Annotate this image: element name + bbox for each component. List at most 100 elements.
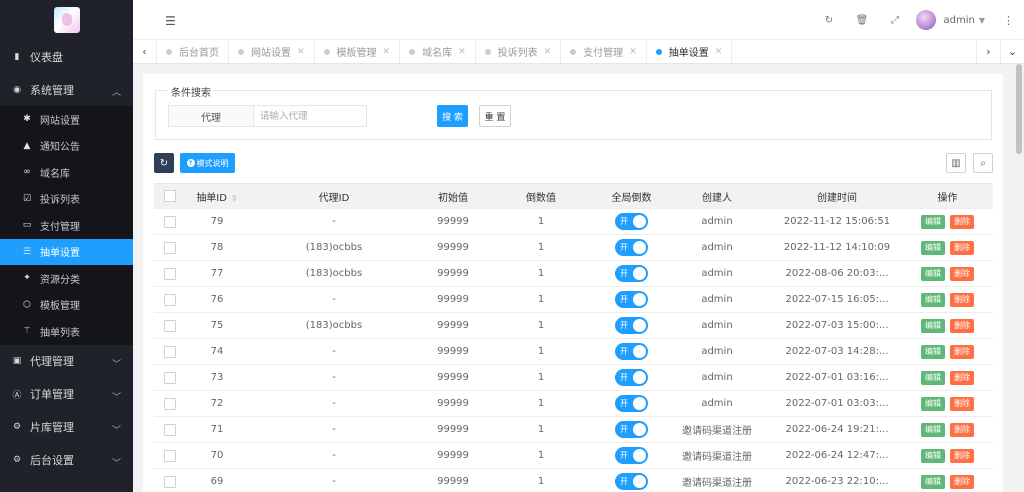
tab-templates[interactable]: 模板管理 ✕: [315, 40, 401, 63]
sidebar-item-templates[interactable]: ⬡ 模板管理: [0, 292, 133, 319]
scrollbar-thumb[interactable]: [1016, 64, 1022, 154]
sidebar-item-system[interactable]: ◉ 系统管理 ︿: [0, 73, 133, 106]
tab-home[interactable]: 后台首页: [157, 40, 229, 63]
delete-button[interactable]: 删除: [950, 448, 974, 463]
sidebar-item-library[interactable]: ⚙ 片库管理 ﹀: [0, 411, 133, 444]
sidebar-item-site-settings[interactable]: ✱ 网站设置: [0, 106, 133, 133]
global-countdown-toggle[interactable]: 开: [615, 447, 648, 464]
cell-agent: -: [332, 476, 336, 487]
fullscreen-icon[interactable]: ⤢: [879, 15, 912, 26]
delete-button[interactable]: 删除: [950, 240, 974, 255]
tab-site-settings[interactable]: 网站设置 ✕: [229, 40, 315, 63]
tabs-bar: ‹ 后台首页 网站设置 ✕ 模板管理 ✕ 域名库 ✕ 投诉列表 ✕ 支付管理 ✕ 抽单设置…: [133, 40, 1024, 64]
edit-button[interactable]: 编辑: [921, 214, 945, 229]
edit-button[interactable]: 编辑: [921, 370, 945, 385]
sidebar-item-label: 通知公告: [40, 142, 80, 154]
global-countdown-toggle[interactable]: 开: [615, 239, 648, 256]
global-countdown-toggle[interactable]: 开: [615, 265, 648, 282]
search-toggle-button[interactable]: ⌕: [973, 153, 993, 173]
user-menu[interactable]: admin ▼: [915, 10, 985, 30]
sidebar-item-complaints[interactable]: ☑ 投诉列表: [0, 186, 133, 213]
sidebar-item-draw-list[interactable]: ⚚ 抽单列表: [0, 318, 133, 345]
columns-filter-button[interactable]: ▥: [946, 153, 966, 173]
tab-complaints[interactable]: 投诉列表 ✕: [476, 40, 562, 63]
sidebar-item-admin-settings[interactable]: ⚙ 后台设置 ﹀: [0, 444, 133, 477]
edit-button[interactable]: 编辑: [921, 318, 945, 333]
trash-icon[interactable]: 🗑: [846, 15, 879, 26]
delete-button[interactable]: 删除: [950, 396, 974, 411]
row-checkbox[interactable]: [164, 475, 176, 488]
edit-button[interactable]: 编辑: [921, 266, 945, 281]
row-checkbox[interactable]: [164, 215, 176, 228]
row-checkbox[interactable]: [164, 319, 176, 332]
row-checkbox[interactable]: [164, 449, 176, 462]
tabs-scroll-right-icon[interactable]: ›: [976, 40, 1000, 63]
global-countdown-toggle[interactable]: 开: [615, 473, 648, 490]
row-checkbox[interactable]: [164, 397, 176, 410]
global-countdown-toggle[interactable]: 开: [615, 291, 648, 308]
agent-input[interactable]: [253, 105, 367, 127]
delete-button[interactable]: 删除: [950, 344, 974, 359]
row-checkbox[interactable]: [164, 423, 176, 436]
global-countdown-toggle[interactable]: 开: [615, 421, 648, 438]
sidebar-item-agents[interactable]: ▣ 代理管理 ﹀: [0, 345, 133, 378]
tabs-menu-icon[interactable]: ⌄: [1000, 40, 1024, 63]
logo[interactable]: [0, 0, 133, 40]
delete-button[interactable]: 删除: [950, 474, 974, 489]
edit-button[interactable]: 编辑: [921, 422, 945, 437]
row-checkbox[interactable]: [164, 241, 176, 254]
tabs-scroll-left-icon[interactable]: ‹: [133, 40, 157, 63]
sidebar-item-draw-settings[interactable]: ☰ 抽单设置: [0, 238, 133, 265]
more-vertical-icon[interactable]: ⋮: [1003, 14, 1014, 27]
close-icon[interactable]: ✕: [383, 47, 391, 57]
global-countdown-toggle[interactable]: 开: [615, 395, 648, 412]
edit-button[interactable]: 编辑: [921, 396, 945, 411]
close-icon[interactable]: ✕: [458, 47, 466, 57]
mode-help-button[interactable]: ? 模式说明: [180, 153, 235, 173]
sort-icon[interactable]: ⇕: [231, 194, 238, 203]
tab-domains[interactable]: 域名库 ✕: [400, 40, 476, 63]
sidebar-item-dashboard[interactable]: ▮ 仪表盘: [0, 40, 133, 73]
edit-button[interactable]: 编辑: [921, 474, 945, 489]
tab-payments[interactable]: 支付管理 ✕: [561, 40, 647, 63]
close-icon[interactable]: ✕: [629, 47, 637, 57]
search-button[interactable]: 搜 索: [437, 105, 468, 127]
sidebar-item-orders[interactable]: Ⓐ 订单管理 ﹀: [0, 378, 133, 411]
global-countdown-toggle[interactable]: 开: [615, 369, 648, 386]
edit-button[interactable]: 编辑: [921, 292, 945, 307]
global-countdown-toggle[interactable]: 开: [615, 213, 648, 230]
sidebar-item-notices[interactable]: ▲ 通知公告: [0, 133, 133, 160]
refresh-icon[interactable]: ↻: [813, 15, 846, 26]
delete-button[interactable]: 删除: [950, 422, 974, 437]
sidebar-item-payments[interactable]: ▭ 支付管理: [0, 212, 133, 239]
refresh-table-button[interactable]: ↻: [154, 153, 174, 173]
tab-draw-settings[interactable]: 抽单设置 ✕: [647, 40, 733, 63]
delete-button[interactable]: 删除: [950, 266, 974, 281]
sidebar-item-resource-categories[interactable]: ✦ 资源分类: [0, 265, 133, 292]
close-icon[interactable]: ✕: [297, 47, 305, 57]
delete-button[interactable]: 删除: [950, 292, 974, 307]
delete-button[interactable]: 删除: [950, 318, 974, 333]
global-countdown-toggle[interactable]: 开: [615, 343, 648, 360]
close-icon[interactable]: ✕: [544, 47, 552, 57]
sidebar-item-domains[interactable]: ∞ 域名库: [0, 159, 133, 186]
row-checkbox[interactable]: [164, 293, 176, 306]
reset-button[interactable]: 重 置: [479, 105, 511, 127]
row-select-cell: [154, 319, 186, 332]
row-checkbox[interactable]: [164, 345, 176, 358]
column-header-id[interactable]: 抽单ID ⇕: [186, 189, 248, 204]
edit-button[interactable]: 编辑: [921, 344, 945, 359]
page-scrollbar[interactable]: [1014, 64, 1024, 492]
edit-button[interactable]: 编辑: [921, 240, 945, 255]
close-icon[interactable]: ✕: [715, 47, 723, 57]
global-countdown-toggle[interactable]: 开: [615, 317, 648, 334]
menu-toggle-icon[interactable]: ☰: [165, 14, 176, 28]
select-all-checkbox[interactable]: [164, 190, 176, 202]
tab-dot: [166, 48, 172, 55]
sidebar-item-label: 模板管理: [40, 301, 80, 313]
delete-button[interactable]: 删除: [950, 370, 974, 385]
row-checkbox[interactable]: [164, 267, 176, 280]
edit-button[interactable]: 编辑: [921, 448, 945, 463]
row-checkbox[interactable]: [164, 371, 176, 384]
delete-button[interactable]: 删除: [950, 214, 974, 229]
